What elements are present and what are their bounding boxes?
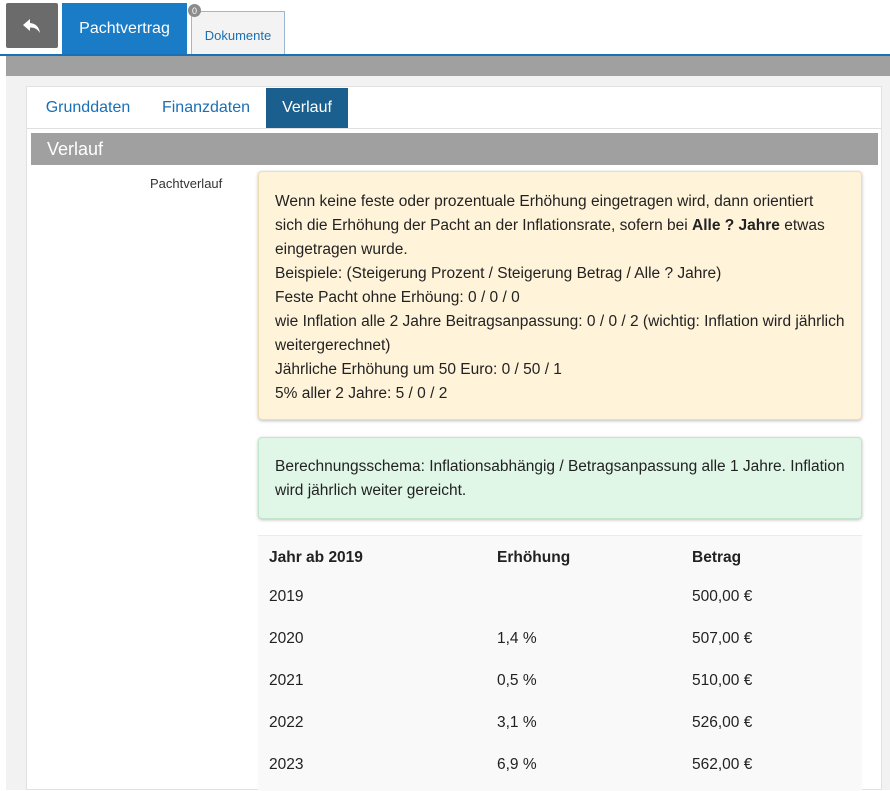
- cell-year: 2020: [269, 630, 304, 647]
- table-row: 2019 500,00 €: [258, 576, 862, 618]
- history-table: Jahr ab 2019 Erhöhung Betrag 2019 500,00…: [258, 536, 862, 786]
- info-alert-warning: Wenn keine feste oder prozentuale Erhöhu…: [258, 171, 862, 420]
- tab-finanzdaten[interactable]: Finanzdaten: [146, 88, 266, 128]
- info-alert-calculation: Berechnungsschema: Inflationsabhängig / …: [258, 437, 862, 519]
- cell-amount: 507,00 €: [692, 630, 753, 647]
- history-table-container: Jahr ab 2019 Erhöhung Betrag 2019 500,00…: [258, 535, 862, 791]
- alert-intro: Wenn keine feste oder prozentuale Erhöhu…: [275, 193, 825, 258]
- cell-increase: 1,4 %: [497, 630, 537, 647]
- cell-increase: 0,5 %: [497, 672, 537, 689]
- tab-dokumente[interactable]: 0 Dokumente: [188, 4, 285, 54]
- dokumente-count-badge: 0: [188, 4, 201, 17]
- tab-verlauf[interactable]: Verlauf: [266, 88, 348, 128]
- cell-year: 2023: [269, 756, 304, 773]
- column-header-increase: Erhöhung: [497, 549, 571, 566]
- cell-amount: 562,00 €: [692, 756, 753, 773]
- cell-increase: 6,9 %: [497, 756, 537, 773]
- cell-year: 2022: [269, 714, 304, 731]
- cell-year: 2019: [269, 588, 304, 605]
- alert-line: Feste Pacht ohne Erhöung: 0 / 0 / 0: [275, 289, 520, 306]
- column-header-amount: Betrag: [692, 549, 742, 566]
- alert-line: wie Inflation alle 2 Jahre Beitragsanpas…: [275, 313, 845, 354]
- main-panel: Grunddaten Finanzdaten Verlauf Verlauf P…: [26, 86, 882, 791]
- tab-pachtvertrag[interactable]: Pachtvertrag: [62, 3, 187, 54]
- subtab-bar: Grunddaten Finanzdaten Verlauf: [27, 87, 881, 129]
- alert-line: Jährliche Erhöhung um 50 Euro: 0 / 50 / …: [275, 361, 562, 378]
- cell-year: 2021: [269, 672, 304, 689]
- section-title: Verlauf: [31, 133, 878, 165]
- cell-amount: 500,00 €: [692, 588, 753, 605]
- table-row: 2022 3,1 % 526,00 €: [258, 702, 862, 744]
- table-header-row: Jahr ab 2019 Erhöhung Betrag: [258, 536, 862, 576]
- alert-line: 5% aller 2 Jahre: 5 / 0 / 2: [275, 385, 448, 402]
- table-row: 2023 6,9 % 562,00 €: [258, 744, 862, 786]
- cell-amount: 526,00 €: [692, 714, 753, 731]
- cell-increase: 3,1 %: [497, 714, 537, 731]
- alert-line: Beispiele: (Steigerung Prozent / Steiger…: [275, 265, 722, 282]
- tab-dokumente-label: Dokumente: [204, 27, 272, 43]
- top-toolbar: Pachtvertrag 0 Dokumente: [0, 0, 890, 56]
- cell-amount: 510,00 €: [692, 672, 753, 689]
- calculation-text: Berechnungsschema: Inflationsabhängig / …: [275, 458, 845, 499]
- table-row: 2021 0,5 % 510,00 €: [258, 660, 862, 702]
- header-strip: [6, 56, 890, 76]
- back-button[interactable]: [6, 3, 58, 48]
- column-header-year: Jahr ab 2019: [269, 549, 363, 566]
- field-label-pachtverlauf: Pachtverlauf: [150, 176, 223, 191]
- table-row: 2020 1,4 % 507,00 €: [258, 618, 862, 660]
- cell-increase: [497, 576, 692, 618]
- tab-grunddaten[interactable]: Grunddaten: [30, 88, 146, 128]
- reply-arrow-icon: [23, 18, 40, 33]
